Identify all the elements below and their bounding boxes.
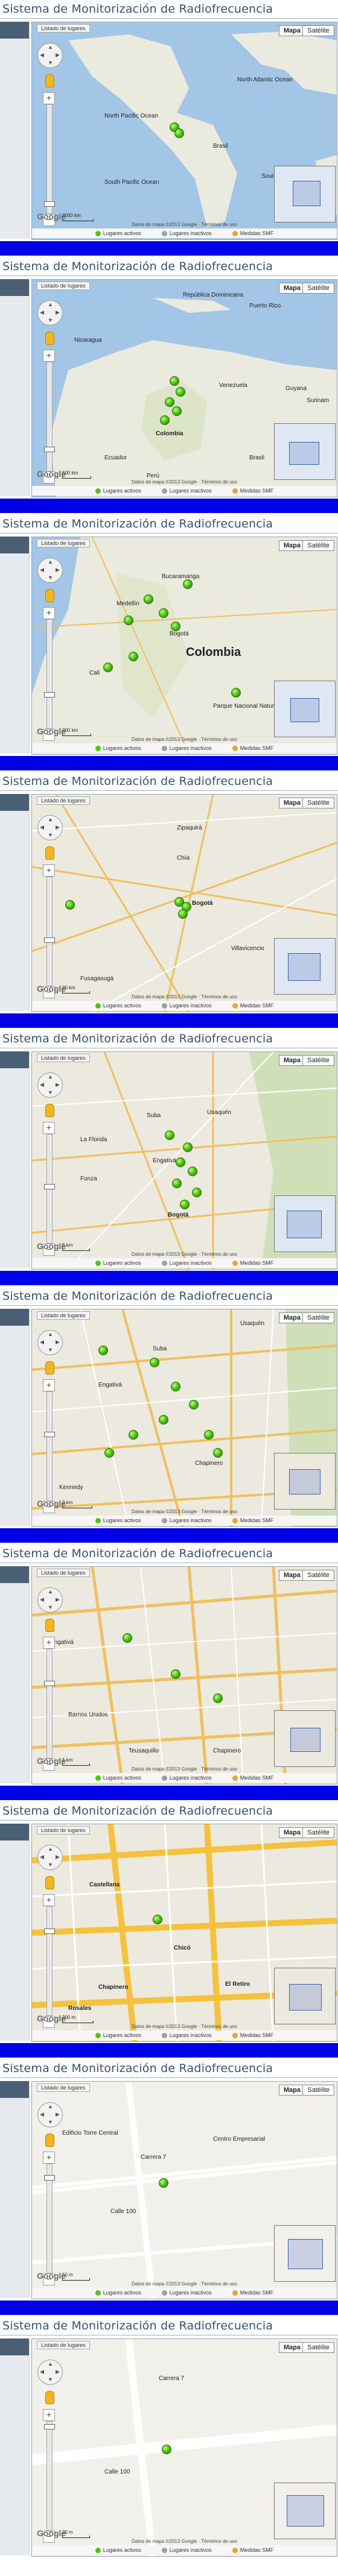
street-view-pegman-icon[interactable] [45,74,54,87]
street-view-pegman-icon[interactable] [45,332,54,345]
page-title: Sistema de Monitorización de Radiofrecue… [2,2,273,16]
pan-control[interactable]: ▲ ▼ ◀ ▶ [37,43,63,68]
pan-control[interactable]: ▲ ▼ ◀ ▶ [37,300,63,326]
ocean-label: South Pacific Ocean [104,179,159,186]
active-site-marker[interactable] [172,406,182,416]
overview-map[interactable] [274,166,336,222]
tab-list-places[interactable]: Listado de lugares [37,24,90,33]
map-view[interactable]: Barrios Unidos Chapinero Teusaquillo Eng… [31,1566,337,1784]
active-site-marker[interactable] [165,397,174,407]
map-view[interactable]: Bucaramanga Medellín Colombia Bogotá Cal… [31,537,337,755]
map-legend: Lugares activos Lugares inactivos Medida… [32,486,337,496]
overview-map[interactable] [274,423,336,480]
country-label: Brasil [213,143,229,150]
map-attribution[interactable]: Datos de mapa ©2013 Google · Términos de… [32,222,337,227]
active-site-marker[interactable] [174,128,184,138]
map-type-satellite-button[interactable]: Satélite [302,25,334,36]
map-view[interactable]: República Dominicana Puerto Rico Nicarag… [31,279,337,497]
scale-bar: 2000 km [62,213,94,221]
zoom-in-button[interactable]: + [43,92,55,104]
zoom-control[interactable]: + − [43,92,55,226]
sidebar [0,22,30,239]
ocean-label: North Atlantic Ocean [237,77,293,83]
inactive-dot-icon [161,230,167,236]
google-logo: Google [37,212,66,221]
ocean-label: North Pacific Ocean [104,113,158,119]
map-view[interactable]: Usaquén Suba Engativá Bogotá La Florida … [31,1051,337,1270]
active-site-marker[interactable] [160,415,170,425]
active-dot-icon [95,230,101,236]
page-title: Sistema de Monitorización de Radiofrecue… [2,260,273,273]
map-view[interactable]: Castellana Chicó Chapinero El Retiro Ros… [31,1824,337,2042]
zoom-thumb[interactable] [44,201,55,207]
map-view[interactable]: Calle 100 Carrera 7 Listado de lugares M… [31,2338,337,2557]
map-legend: Lugares activos Lugares inactivos Medida… [32,228,337,238]
map-view[interactable]: Edificio Torre Central Calle 100 Carrera… [31,2081,337,2299]
map-view[interactable]: North Pacific Ocean South Pacific Ocean … [31,22,337,240]
active-site-marker[interactable] [176,387,185,397]
map-type-map-button[interactable]: Mapa [278,25,305,36]
map-view[interactable]: Usaquén Suba Engativá Chapinero Kennedy … [31,1309,337,1527]
measure-dot-icon [232,230,238,236]
active-site-marker[interactable] [170,376,179,386]
map-view[interactable]: Zipaquirá Chía Bogotá Fusagasugá Villavi… [31,794,337,1012]
separator-band [0,241,338,256]
zoom-slider[interactable] [44,104,55,214]
